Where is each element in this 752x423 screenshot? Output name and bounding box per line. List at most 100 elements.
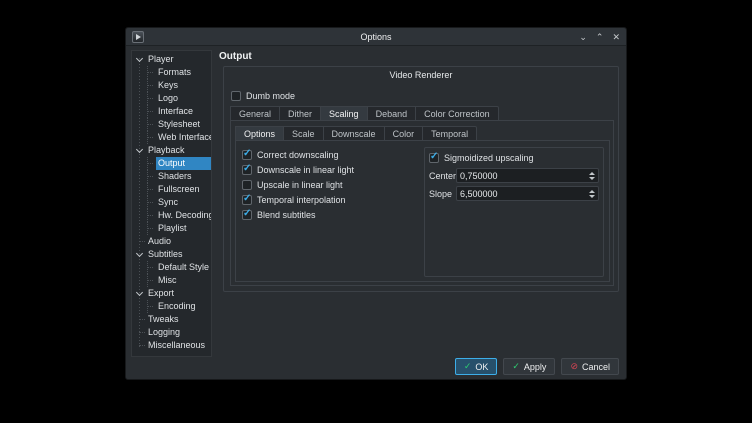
- tab-deband[interactable]: Deband: [367, 106, 417, 121]
- sidebar-item-misc[interactable]: Misc: [132, 274, 211, 287]
- sidebar-item-sync[interactable]: Sync: [132, 196, 211, 209]
- sidebar-item-logo[interactable]: Logo: [132, 92, 211, 105]
- settings-tree: Player Formats Keys Logo Interface Style…: [131, 50, 212, 357]
- tab-label: Scaling: [329, 109, 359, 119]
- page-title: Output: [219, 51, 252, 62]
- dialog-buttons: ✓ OK ✓ Apply ⊘ Cancel: [455, 358, 619, 375]
- tab-label: Deband: [376, 109, 408, 119]
- spin-field-center: Center 0,750000: [429, 168, 599, 183]
- tab-options[interactable]: Options: [235, 126, 284, 141]
- tab-general[interactable]: General: [230, 106, 280, 121]
- sidebar-item-default-style[interactable]: Default Style: [132, 261, 211, 274]
- sidebar-item-label: Hw. Decoding: [156, 209, 211, 222]
- spin-up-icon[interactable]: [589, 172, 595, 175]
- spin-field-label: Slope: [429, 189, 456, 199]
- checkbox-row-blend-subtitles[interactable]: Blend subtitles: [242, 207, 354, 222]
- sidebar-item-label: Misc: [156, 274, 211, 287]
- sidebar-item-formats[interactable]: Formats: [132, 66, 211, 79]
- dialog-button-ok[interactable]: ✓ OK: [455, 358, 498, 375]
- expand-arrow-icon[interactable]: [136, 147, 143, 154]
- tab-scale[interactable]: Scale: [283, 126, 324, 141]
- sidebar-item-label: Playback: [146, 144, 211, 157]
- checkbox-row-downscale-in-linear-light[interactable]: Downscale in linear light: [242, 162, 354, 177]
- checkbox-row-correct-downscaling[interactable]: Correct downscaling: [242, 147, 354, 162]
- checkbox-icon: [242, 180, 252, 190]
- spin-down-icon[interactable]: [589, 177, 595, 180]
- tab-label: Color Correction: [424, 109, 490, 119]
- sidebar-item-player[interactable]: Player: [132, 53, 211, 66]
- spin-down-icon[interactable]: [589, 195, 595, 198]
- button-icon: ✓: [464, 362, 472, 371]
- tab-temporal[interactable]: Temporal: [422, 126, 477, 141]
- options-window: Options ⌄ ⌃ ✕ Player Formats Keys Logo I…: [125, 27, 627, 380]
- sidebar-item-stylesheet[interactable]: Stylesheet: [132, 118, 211, 131]
- checkbox-label: Upscale in linear light: [257, 180, 343, 190]
- dumb-mode-checkbox[interactable]: Dumb mode: [231, 88, 295, 103]
- sigmoid-fields: Center 0,750000 Slope: [429, 168, 599, 204]
- checkbox-label: Correct downscaling: [257, 150, 339, 160]
- sidebar-item-label: Subtitles: [146, 248, 211, 261]
- sidebar-item-playback[interactable]: Playback: [132, 144, 211, 157]
- sidebar-item-label: Playlist: [156, 222, 211, 235]
- expand-arrow-icon[interactable]: [136, 251, 143, 258]
- checkbox-icon: [429, 153, 439, 163]
- sidebar-item-fullscreen[interactable]: Fullscreen: [132, 183, 211, 196]
- video-renderer-group: Video Renderer Dumb mode General Dither …: [223, 66, 619, 292]
- sidebar-item-label: Web Interface: [156, 131, 211, 144]
- sidebar-item-export[interactable]: Export: [132, 287, 211, 300]
- tab-label: Color: [393, 129, 415, 139]
- button-icon: ⊘: [570, 362, 578, 371]
- scaling-pane: Options Scale Downscale Color Temporal: [230, 120, 614, 286]
- tab-label: Options: [244, 129, 275, 139]
- scaling-options-list: Correct downscaling Downscale in linear …: [242, 147, 354, 222]
- sidebar-item-keys[interactable]: Keys: [132, 79, 211, 92]
- checkbox-row-temporal-interpolation[interactable]: Temporal interpolation: [242, 192, 354, 207]
- sidebar-item-label: Keys: [156, 79, 211, 92]
- tab-label: Downscale: [332, 129, 376, 139]
- sidebar-item-label: Output: [156, 157, 211, 170]
- sidebar-item-encoding[interactable]: Encoding: [132, 300, 211, 313]
- tab-label: Scale: [292, 129, 315, 139]
- sidebar-item-hw-decoding[interactable]: Hw. Decoding: [132, 209, 211, 222]
- sidebar-item-interface[interactable]: Interface: [132, 105, 211, 118]
- renderer-tabbar: General Dither Scaling Deband Color Corr…: [230, 106, 498, 121]
- spinbox-value[interactable]: 6,500000: [457, 189, 586, 199]
- sidebar-item-logging[interactable]: Logging: [132, 326, 211, 339]
- sidebar-item-shaders[interactable]: Shaders: [132, 170, 211, 183]
- tab-dither[interactable]: Dither: [279, 106, 321, 121]
- sigmoid-group: Sigmoidized upscaling Center 0,750000: [424, 147, 604, 277]
- sidebar-item-label: Fullscreen: [156, 183, 211, 196]
- checkbox-icon: [231, 91, 241, 101]
- checkbox-label: Dumb mode: [246, 91, 295, 101]
- spinbox[interactable]: 0,750000: [456, 168, 599, 183]
- sidebar-item-subtitles[interactable]: Subtitles: [132, 248, 211, 261]
- sidebar-item-tweaks[interactable]: Tweaks: [132, 313, 211, 326]
- spinbox-value[interactable]: 0,750000: [457, 171, 586, 181]
- tab-color-correction[interactable]: Color Correction: [415, 106, 499, 121]
- sidebar-item-label: Stylesheet: [156, 118, 211, 131]
- expand-arrow-icon[interactable]: [136, 290, 143, 297]
- sidebar-item-playlist[interactable]: Playlist: [132, 222, 211, 235]
- dialog-button-cancel[interactable]: ⊘ Cancel: [561, 358, 619, 375]
- spinner-buttons: [586, 169, 598, 182]
- tab-downscale[interactable]: Downscale: [323, 126, 385, 141]
- sidebar-item-miscellaneous[interactable]: Miscellaneous: [132, 339, 211, 352]
- dialog-button-apply[interactable]: ✓ Apply: [503, 358, 555, 375]
- close-button[interactable]: ✕: [612, 28, 620, 46]
- checkbox-label: Temporal interpolation: [257, 195, 346, 205]
- checkbox-row-upscale-in-linear-light[interactable]: Upscale in linear light: [242, 177, 354, 192]
- sidebar-item-output[interactable]: Output: [132, 157, 211, 170]
- expand-arrow-icon[interactable]: [136, 56, 143, 63]
- sidebar-item-web-interface[interactable]: Web Interface: [132, 131, 211, 144]
- tab-scaling[interactable]: Scaling: [320, 106, 368, 121]
- sidebar-item-label: Miscellaneous: [146, 339, 211, 352]
- tab-color[interactable]: Color: [384, 126, 424, 141]
- sidebar-item-label: Sync: [156, 196, 211, 209]
- spin-up-icon[interactable]: [589, 190, 595, 193]
- spinbox[interactable]: 6,500000: [456, 186, 599, 201]
- maximize-button[interactable]: ⌃: [596, 28, 604, 46]
- sigmoidized-upscaling-checkbox[interactable]: Sigmoidized upscaling: [429, 150, 534, 165]
- minimize-button[interactable]: ⌄: [579, 28, 587, 46]
- checkbox-icon: [242, 195, 252, 205]
- sidebar-item-audio[interactable]: Audio: [132, 235, 211, 248]
